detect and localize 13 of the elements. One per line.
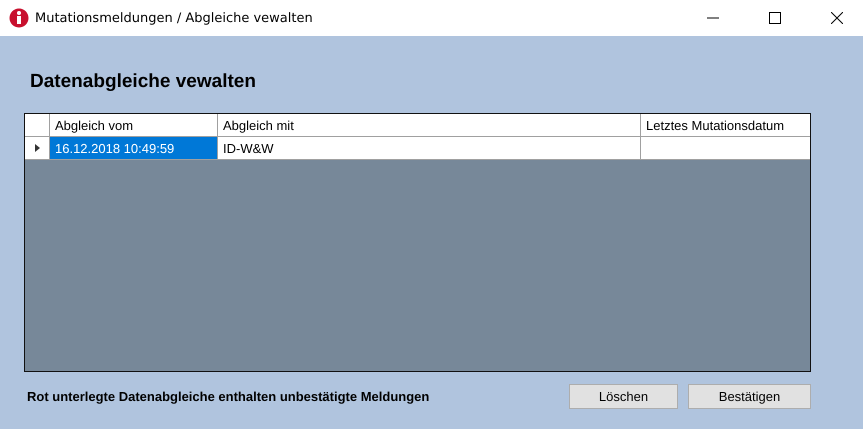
table-cell[interactable]: 16.12.2018 10:49:59 <box>50 137 218 159</box>
column-header[interactable]: Letztes Mutationsdatum <box>641 114 810 136</box>
app-info-icon <box>9 8 29 28</box>
column-header[interactable]: Abgleich mit <box>218 114 641 136</box>
table-cell[interactable]: ID-W&W <box>218 137 641 159</box>
window-title: Mutationsmeldungen / Abgleiche vewalten <box>35 10 313 26</box>
page-heading: Datenabgleiche vewalten <box>30 71 257 94</box>
close-icon[interactable] <box>831 12 843 24</box>
maximize-icon[interactable] <box>769 12 781 24</box>
action-button[interactable]: Bestätigen <box>688 384 811 409</box>
info-note: Rot unterlegte Datenabgleiche enthalten unbestätigte Meldungen <box>27 389 430 404</box>
action-button[interactable]: Löschen <box>569 384 678 409</box>
column-header[interactable]: Abgleich vom <box>50 114 218 136</box>
